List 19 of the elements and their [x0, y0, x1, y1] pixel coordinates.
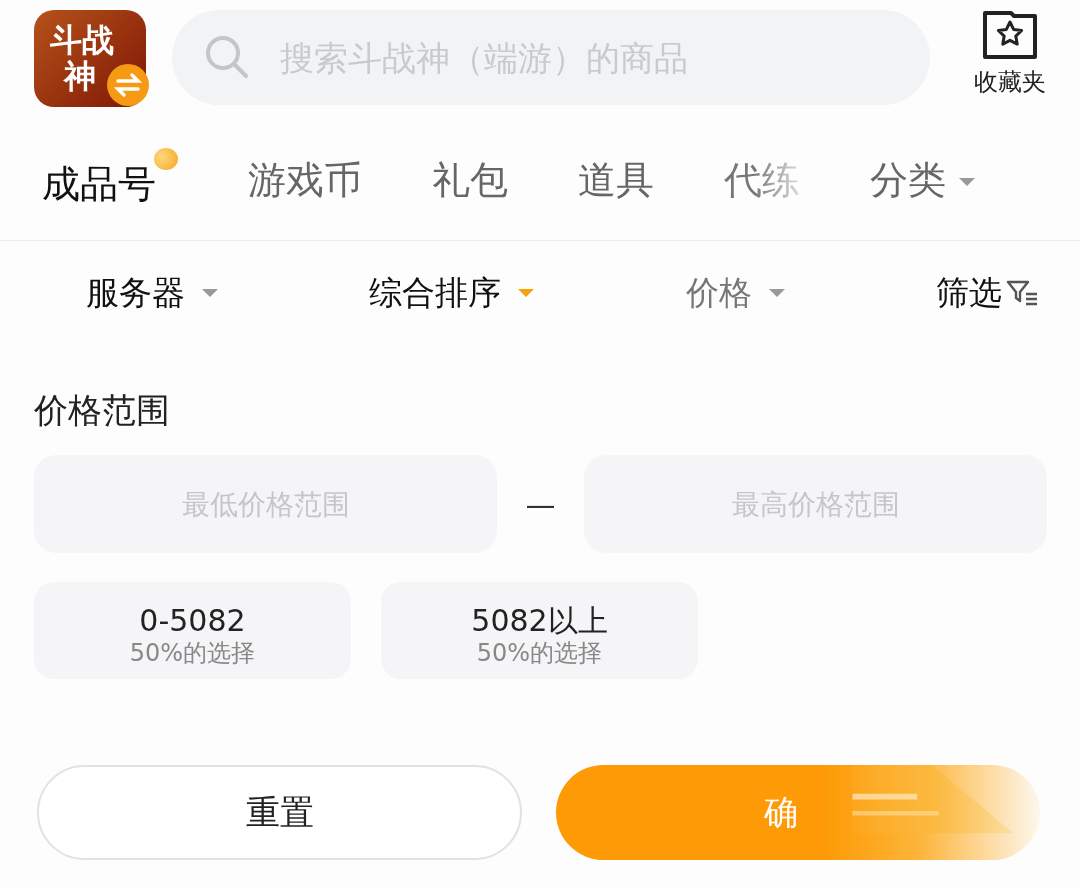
category-tab[interactable]: 游戏币: [248, 151, 362, 209]
filter-dropdown[interactable]: 筛选: [936, 268, 1040, 318]
app-logo: 斗战 神: [34, 10, 146, 107]
reset-button[interactable]: 重置: [37, 765, 522, 860]
filter-dropdown[interactable]: 价格: [685, 268, 786, 318]
category-tab[interactable]: 道具: [578, 151, 654, 209]
filter-dropdown[interactable]: 综合排序: [369, 268, 536, 318]
section-title: 价格范围: [33, 389, 171, 432]
highlight-dot: [154, 147, 178, 170]
category-tab[interactable]: 成品号: [42, 147, 178, 213]
caret-icon: [958, 177, 977, 187]
price-preset[interactable]: 0-5082 50%的选择: [34, 582, 351, 679]
range-separator: —: [524, 485, 557, 524]
star-folder-icon: [982, 10, 1038, 60]
price-preset[interactable]: 5082以上 50%的选择: [381, 582, 698, 679]
category-tab[interactable]: 分类: [870, 151, 977, 209]
filter-dropdown[interactable]: 服务器: [86, 268, 219, 318]
favorites-button[interactable]: 收藏夹: [974, 10, 1046, 100]
category-tab[interactable]: 礼包: [432, 151, 508, 209]
